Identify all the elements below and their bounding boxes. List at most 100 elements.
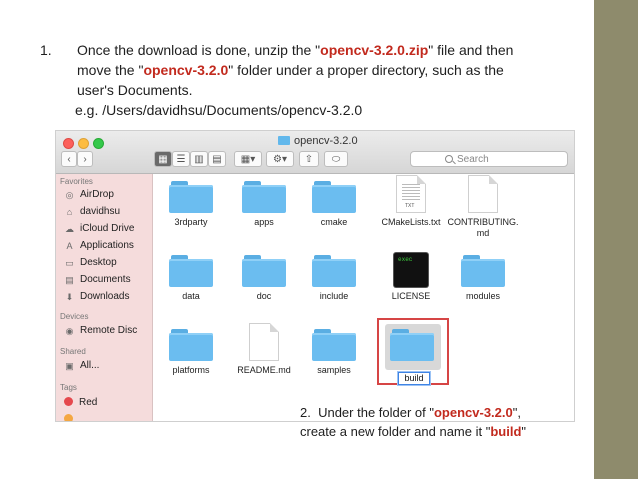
sidebar-item-label: Downloads	[80, 291, 130, 302]
file-item[interactable]: samples	[294, 329, 374, 376]
step-1-line-3: user's Documents.	[77, 82, 193, 98]
tags-button[interactable]: ⬭	[324, 151, 348, 167]
applications-icon: A	[66, 241, 73, 251]
step-2-line-2: create a new folder and name it "build"	[300, 422, 590, 441]
icon-view-button[interactable]: ▦	[154, 151, 172, 167]
gallery-view-button[interactable]: ▤	[208, 151, 226, 167]
sidebar-item-label: Desktop	[80, 257, 117, 268]
new-folder-icon[interactable]	[390, 329, 434, 361]
file-item[interactable]: 3rdparty	[151, 181, 231, 228]
zoom-window-button[interactable]	[93, 138, 104, 149]
sidebar-item-label: Red	[79, 397, 98, 408]
gear-icon: ⚙▾	[273, 154, 287, 165]
file-item[interactable]: include	[294, 255, 374, 302]
step-2-text: ",	[512, 405, 521, 420]
sidebar-item-icloud-drive[interactable]: ☁ iCloud Drive	[64, 222, 134, 236]
search-input[interactable]: Search	[410, 151, 568, 167]
window-title: opencv-3.2.0	[278, 135, 358, 147]
document-icon	[249, 323, 279, 361]
step-2-text: Under the folder of "	[318, 405, 434, 420]
folder-icon	[278, 136, 290, 145]
chevron-left-icon: ‹	[67, 154, 71, 165]
minimize-window-button[interactable]	[78, 138, 89, 149]
tags-header: Tags	[60, 383, 77, 392]
step-2-instructions: 2. Under the folder of "opencv-3.2.0", c…	[300, 403, 590, 441]
action-button[interactable]: ⚙▾	[266, 151, 294, 167]
close-window-button[interactable]	[63, 138, 74, 149]
folder-name: opencv-3.2.0	[433, 405, 513, 420]
file-name: modules	[465, 291, 501, 301]
share-button[interactable]: ⇧	[299, 151, 319, 167]
grid-icon: ▦	[158, 154, 168, 165]
search-icon	[445, 155, 453, 163]
file-name: README.md	[237, 365, 291, 375]
folder-icon	[169, 329, 213, 361]
finder-window: opencv-3.2.0 ‹ › ▦ ☰ ▥ ▤ ▦▾ ⚙▾ ⇧ ⬭ Searc…	[55, 130, 575, 422]
file-item[interactable]: modules	[443, 255, 523, 302]
step-2-number: 2.	[300, 405, 311, 420]
list-view-button[interactable]: ☰	[172, 151, 190, 167]
example-path: e.g. /Users/davidhsu/Documents/opencv-3.…	[75, 102, 363, 118]
documents-icon: ▤	[65, 275, 74, 285]
file-item[interactable]: exec LICENSE	[371, 253, 451, 302]
file-name: apps	[254, 217, 274, 227]
sidebar-item-home[interactable]: ⌂ davidhsu	[64, 205, 120, 219]
cloud-icon: ☁	[65, 224, 74, 234]
file-name: cmake	[320, 217, 348, 227]
file-item[interactable]: TXT CMakeLists.txt	[371, 175, 451, 228]
step-2-line-1: 2. Under the folder of "opencv-3.2.0",	[300, 403, 590, 422]
sidebar-item-label: Applications	[80, 240, 134, 251]
executable-icon: exec	[394, 253, 428, 287]
window-titlebar: opencv-3.2.0 ‹ › ▦ ☰ ▥ ▤ ▦▾ ⚙▾ ⇧ ⬭ Searc…	[56, 131, 574, 174]
file-name: include	[319, 291, 349, 301]
forward-button[interactable]: ›	[77, 151, 93, 167]
sidebar-item-label: AirDrop	[80, 189, 114, 200]
sidebar-item-airdrop[interactable]: ◎ AirDrop	[64, 188, 114, 202]
file-item[interactable]: CONTRIBUTING. md	[443, 175, 523, 239]
airdrop-icon: ◎	[65, 190, 74, 200]
devices-header: Devices	[60, 312, 89, 321]
disc-icon: ◉	[65, 326, 74, 336]
zip-filename: opencv-3.2.0.zip	[320, 42, 429, 58]
file-item[interactable]: README.md	[224, 323, 304, 376]
file-item[interactable]: cmake	[294, 181, 374, 228]
file-name: doc	[256, 291, 272, 301]
step-1-line-2: move the "opencv-3.2.0" folder under a p…	[77, 60, 580, 80]
window-title-text: opencv-3.2.0	[294, 135, 358, 147]
sidebar-item-downloads[interactable]: ⬇ Downloads	[64, 290, 130, 304]
file-item[interactable]: apps	[224, 181, 304, 228]
sidebar-item-label: Documents	[80, 274, 131, 285]
file-item[interactable]: platforms	[151, 329, 231, 376]
orange-tag-icon	[64, 414, 73, 421]
sidebar-item-documents[interactable]: ▤ Documents	[64, 273, 131, 287]
list-icon: ☰	[176, 154, 186, 165]
step-2-text: create a new folder and name it "	[300, 424, 491, 439]
sidebar-item-remote-disc[interactable]: ◉ Remote Disc	[64, 324, 138, 338]
tag-icon: ⬭	[331, 154, 341, 165]
file-name: samples	[317, 365, 351, 375]
step-1-text: " file and then	[428, 42, 514, 58]
folder-icon	[312, 255, 356, 287]
folder-name-input[interactable]: build	[398, 372, 430, 385]
file-item[interactable]: data	[151, 255, 231, 302]
step-1-instructions: 1. Once the download is done, unzip the …	[40, 40, 580, 120]
sidebar-item-applications[interactable]: A Applications	[64, 239, 134, 253]
share-icon: ⇧	[304, 154, 314, 165]
folder-icon	[312, 329, 356, 361]
step-1-line-1: Once the download is done, unzip the "op…	[77, 40, 580, 60]
folder-name: opencv-3.2.0	[143, 62, 229, 78]
step-1-text: " folder under a proper directory, such …	[228, 62, 504, 78]
new-folder-highlight: build	[377, 318, 449, 385]
file-item[interactable]: doc	[224, 255, 304, 302]
step-1-text: move the "	[77, 62, 144, 78]
exec-badge: exec	[398, 256, 413, 263]
sidebar-item-tag-red[interactable]: Red	[64, 396, 97, 410]
sidebar-item-label: All...	[80, 360, 100, 371]
sidebar-item-desktop[interactable]: ▭ Desktop	[64, 256, 117, 270]
arrange-button[interactable]: ▦▾	[234, 151, 262, 167]
column-view-button[interactable]: ▥	[190, 151, 208, 167]
sidebar-item-all-shared[interactable]: ▣ All...	[64, 359, 99, 373]
downloads-icon: ⬇	[65, 292, 74, 302]
sidebar-item-tag-orange[interactable]	[64, 413, 79, 421]
back-button[interactable]: ‹	[61, 151, 77, 167]
